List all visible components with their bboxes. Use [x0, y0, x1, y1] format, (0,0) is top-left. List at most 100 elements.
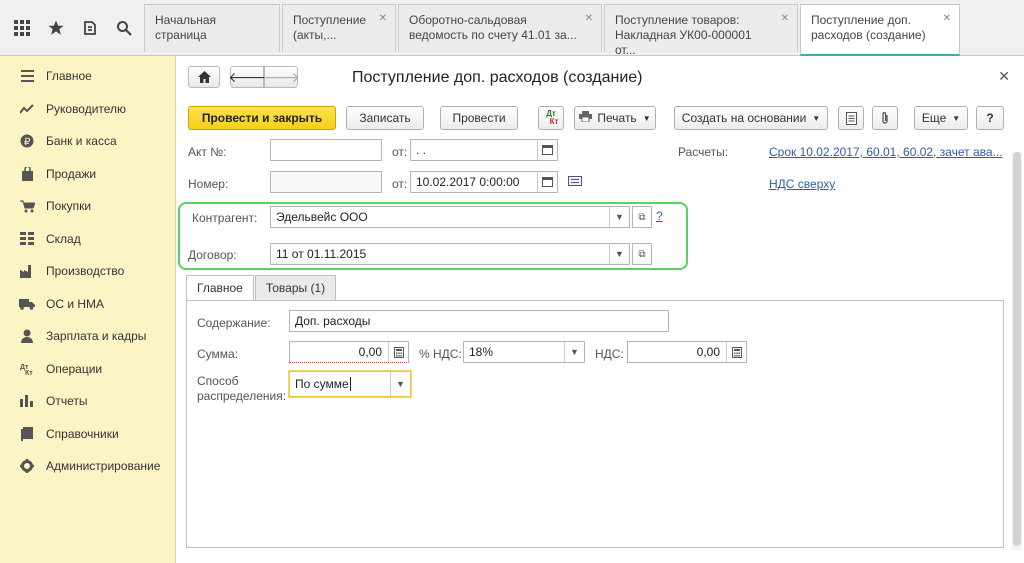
sum-input[interactable]: 0,00	[289, 341, 409, 363]
sidebar-item-label: Покупки	[46, 199, 92, 214]
document-form: 🡐 🡒 Поступление доп. расходов (создание)…	[176, 56, 1024, 563]
back-button[interactable]: 🡐	[228, 66, 266, 88]
print-label: Печать	[597, 111, 637, 125]
sidebar-item-reports[interactable]: Отчеты	[0, 385, 175, 418]
tab-label-line2: расходов (создание)	[811, 28, 926, 42]
settlements-link[interactable]: Срок 10.02.2017, 60.01, 60.02, зачет ава…	[769, 145, 1003, 159]
tab-receipt-acts[interactable]: Поступление (акты,... ✕	[282, 4, 396, 52]
chevron-down-icon: ▼	[642, 113, 651, 123]
history-icon[interactable]	[78, 16, 102, 40]
tab-label: Начальная страница	[155, 13, 217, 42]
tab-label: Поступление товаров:	[615, 13, 740, 27]
create-based-on-button[interactable]: Создать на основании ▼	[674, 106, 828, 130]
arrow-right-icon: 🡒	[262, 68, 300, 85]
date-label: от:	[392, 177, 408, 191]
tab-additional-expenses[interactable]: Поступление доп. расходов (создание) ✕	[800, 4, 960, 56]
sidebar-item-bank[interactable]: ₽ Банк и касса	[0, 125, 175, 158]
sidebar-item-operations[interactable]: Дт Кт Операции	[0, 353, 175, 386]
chevron-down-icon[interactable]: ▼	[609, 207, 629, 227]
printer-icon	[579, 111, 593, 125]
sidebar-item-administration[interactable]: Администрирование	[0, 450, 175, 483]
comment-icon[interactable]	[568, 175, 582, 189]
help-button[interactable]: ?	[976, 106, 1004, 130]
apps-grid-icon[interactable]	[10, 16, 34, 40]
save-button[interactable]: Записать	[346, 106, 424, 130]
sidebar-item-label: Руководителю	[46, 101, 127, 116]
truck-icon	[18, 298, 36, 310]
distribution-label: Способ распределения:	[197, 374, 286, 404]
search-icon[interactable]	[112, 16, 136, 40]
chevron-down-icon[interactable]: ▼	[564, 342, 584, 362]
shopping-bag-icon	[18, 166, 36, 181]
sidebar-item-fixed-assets[interactable]: ОС и НМА	[0, 288, 175, 321]
print-button[interactable]: Печать ▼	[574, 106, 656, 130]
form-tabs: Главное Товары (1)	[186, 275, 337, 300]
sidebar-item-label: Главное	[46, 69, 92, 84]
tab-label: Поступление доп.	[811, 13, 911, 27]
content-input[interactable]: Доп. расходы	[289, 310, 669, 332]
forward-button[interactable]: 🡒	[262, 66, 300, 88]
document-report-button[interactable]	[838, 106, 864, 130]
home-button[interactable]	[188, 66, 220, 88]
dt-kt-icon: Дт Кт	[18, 362, 36, 376]
close-icon[interactable]: ✕	[943, 11, 951, 26]
sidebar-item-main[interactable]: Главное	[0, 60, 175, 93]
date-input[interactable]: 10.02.2017 0:00:00	[410, 171, 558, 193]
tab-home[interactable]: Начальная страница	[144, 4, 280, 52]
calculator-icon[interactable]	[726, 342, 746, 362]
open-contract-button[interactable]: ⧉	[632, 243, 652, 265]
close-icon[interactable]: ✕	[379, 11, 387, 26]
distribution-method-select[interactable]: По сумме ▼	[289, 371, 411, 397]
calendar-icon[interactable]	[537, 140, 557, 160]
dt-kt-button[interactable]: Дт Кт	[538, 106, 564, 130]
sidebar-item-production[interactable]: Производство	[0, 255, 175, 288]
sidebar-item-warehouse[interactable]: Склад	[0, 223, 175, 256]
settlements-label: Расчеты:	[678, 145, 729, 159]
sidebar-item-sales[interactable]: Продажи	[0, 158, 175, 191]
open-counterparty-button[interactable]: ⧉	[632, 206, 652, 228]
more-label: Еще	[921, 111, 947, 125]
chevron-down-icon[interactable]: ▼	[390, 372, 410, 396]
vat-rate-select[interactable]: 18% ▼	[463, 341, 585, 363]
scrollbar-thumb[interactable]	[1013, 152, 1021, 546]
post-and-close-button[interactable]: Провести и закрыть	[188, 106, 336, 130]
chevron-down-icon[interactable]: ▼	[609, 244, 629, 264]
contract-input[interactable]: 11 от 01.11.2015 ▼	[270, 243, 630, 265]
sidebar-item-salary[interactable]: Зарплата и кадры	[0, 320, 175, 353]
svg-text:Кт: Кт	[25, 370, 33, 376]
content-label: Содержание:	[197, 316, 271, 330]
post-button[interactable]: Провести	[440, 106, 518, 130]
calendar-icon[interactable]	[537, 172, 557, 192]
document-tabs: Начальная страница Поступление (акты,...…	[144, 4, 962, 57]
tab-turnover-sheet[interactable]: Оборотно-сальдовая ведомость по счету 41…	[398, 4, 602, 52]
close-icon[interactable]: ✕	[781, 11, 789, 26]
counterparty-input[interactable]: Эдельвейс ООО ▼	[270, 206, 630, 228]
close-form-icon[interactable]: ✕	[998, 68, 1010, 85]
vertical-scrollbar[interactable]	[1012, 152, 1022, 550]
calculator-icon[interactable]	[388, 342, 408, 362]
menu-icon	[18, 70, 36, 83]
act-number-input[interactable]	[270, 139, 382, 161]
help-link[interactable]: ?	[656, 209, 663, 223]
number-input[interactable]	[270, 171, 382, 193]
sidebar-item-label: ОС и НМА	[46, 296, 105, 311]
vat-mode-link[interactable]: НДС сверху	[769, 177, 835, 191]
sidebar-item-label: Банк и касса	[46, 134, 117, 149]
tab-main[interactable]: Главное	[186, 275, 254, 300]
sidebar-item-purchases[interactable]: Покупки	[0, 190, 175, 223]
paperclip-icon	[882, 112, 888, 124]
favorites-star-icon[interactable]	[44, 16, 68, 40]
chevron-down-icon: ▼	[952, 113, 961, 123]
tab-goods[interactable]: Товары (1)	[254, 275, 337, 300]
counterparty-value: Эдельвейс ООО	[276, 210, 368, 224]
sidebar-item-directories[interactable]: Справочники	[0, 418, 175, 451]
sidebar-item-manager[interactable]: Руководителю	[0, 93, 175, 126]
vat-input[interactable]: 0,00	[627, 341, 747, 363]
sidebar-item-label: Производство	[46, 264, 125, 279]
act-number-label: Акт №:	[188, 145, 227, 159]
close-icon[interactable]: ✕	[585, 11, 593, 26]
attach-button[interactable]	[872, 106, 898, 130]
act-date-input[interactable]: . .	[410, 139, 558, 161]
more-button[interactable]: Еще ▼	[914, 106, 968, 130]
tab-goods-receipt[interactable]: Поступление товаров: Накладная УК00-0000…	[604, 4, 798, 57]
